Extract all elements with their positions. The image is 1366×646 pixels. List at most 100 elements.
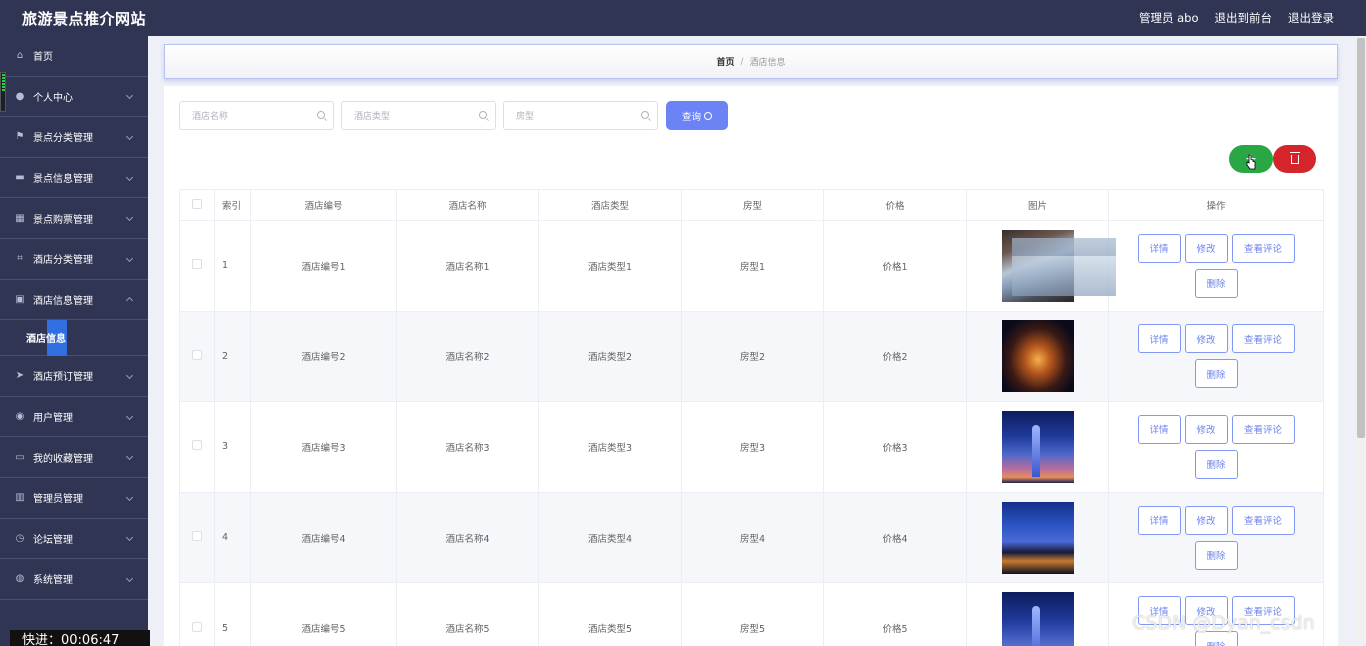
- delete-button[interactable]: 删除: [1194, 449, 1238, 479]
- cell-name: 酒店名称2: [396, 310, 539, 403]
- table-row: 1 酒店编号1 酒店名称1 酒店类型1 房型1 价格1 详情 修改 查看评论 删…: [179, 220, 1324, 312]
- select-all-checkbox[interactable]: [192, 198, 202, 209]
- hotel-thumbnail[interactable]: [1001, 592, 1074, 646]
- exit-to-front-link[interactable]: 退出到前台: [1215, 10, 1273, 26]
- sidebar-item-label: 酒店分类管理: [33, 255, 93, 267]
- sidebar-item-label: 景点购票管理: [33, 214, 93, 226]
- detail-button[interactable]: 详情: [1137, 324, 1181, 354]
- cell-room: 房型5: [681, 582, 824, 646]
- home-icon: ⌂: [16, 50, 24, 62]
- trash-icon: [1289, 151, 1300, 164]
- detail-button[interactable]: 详情: [1137, 233, 1181, 263]
- hotel-thumbnail[interactable]: [1001, 229, 1116, 302]
- edit-button[interactable]: 修改: [1184, 414, 1228, 444]
- send-icon: ➤: [15, 370, 25, 382]
- sidebar-item-label: 系统管理: [33, 575, 73, 587]
- sidebar-item-profile[interactable]: ● 个人中心: [0, 77, 148, 118]
- row-checkbox[interactable]: [192, 531, 202, 542]
- cell-price: 价格4: [823, 491, 967, 584]
- breadcrumb-separator: /: [740, 56, 744, 67]
- hotel-thumbnail[interactable]: [1001, 410, 1074, 483]
- scrollbar-thumb[interactable]: [1357, 38, 1365, 438]
- location-icon: ◉: [15, 411, 25, 423]
- edit-button[interactable]: 修改: [1184, 324, 1228, 354]
- search-icon: [317, 111, 325, 119]
- view-reviews-button[interactable]: 查看评论: [1231, 324, 1295, 354]
- view-reviews-button[interactable]: 查看评论: [1231, 233, 1295, 263]
- page-scrollbar[interactable]: [1356, 36, 1366, 646]
- cell-price: 价格5: [823, 582, 967, 646]
- admin-user-label: 管理员 abo: [1138, 11, 1199, 25]
- hotel-name-input[interactable]: 酒店名称: [179, 101, 334, 130]
- playback-timer: 快进：00:06:47: [10, 630, 150, 646]
- hotel-table: 索引 酒店编号 酒店名称 酒店类型 房型 价格 图片 操作 1 酒店编号1 酒店…: [179, 189, 1324, 646]
- sidebar-item-system[interactable]: ◍ 系统管理: [0, 559, 148, 600]
- sidebar-item-forum[interactable]: ◷ 论坛管理: [0, 519, 148, 560]
- cell-code: 酒店编号5: [250, 582, 397, 646]
- chevron-down-icon: [125, 493, 134, 501]
- sidebar-item-scenic-category[interactable]: ⚑ 景点分类管理: [0, 117, 148, 158]
- view-reviews-button[interactable]: 查看评论: [1231, 505, 1295, 535]
- hotel-thumbnail[interactable]: [1001, 320, 1074, 393]
- row-checkbox[interactable]: [192, 440, 202, 451]
- chat-icon: ▭: [15, 451, 25, 463]
- sidebar-subitem-hotel-info[interactable]: 酒店信息: [0, 320, 148, 357]
- content-panel: 酒店名称 酒店类型 房型 查询 +: [164, 86, 1338, 646]
- hotel-type-input[interactable]: 酒店类型: [341, 101, 496, 130]
- col-header-actions: 操作: [1108, 189, 1324, 221]
- table-row: 2 酒店编号2 酒店名称2 酒店类型2 房型2 价格2 详情 修改 查看评论 删…: [179, 310, 1324, 403]
- col-header-room: 房型: [681, 189, 824, 221]
- cell-name: 酒店名称5: [396, 582, 539, 646]
- cell-room: 房型3: [681, 401, 824, 493]
- sidebar-item-label: 酒店预订管理: [33, 372, 93, 384]
- hotel-type-placeholder: 酒店类型: [354, 112, 391, 122]
- sidebar-item-home[interactable]: ⌂ 首页: [0, 36, 148, 77]
- edit-button[interactable]: 修改: [1184, 233, 1228, 263]
- chart-icon: ▥: [15, 492, 25, 504]
- row-checkbox[interactable]: [192, 621, 202, 632]
- sidebar-item-hotel-booking[interactable]: ➤ 酒店预订管理: [0, 356, 148, 397]
- col-header-index: 索引: [214, 189, 251, 221]
- batch-delete-button[interactable]: [1273, 145, 1316, 173]
- top-bar: 旅游景点推介网站 管理员 abo 退出到前台 退出登录: [0, 0, 1366, 36]
- delete-button[interactable]: 删除: [1194, 540, 1238, 570]
- crop-icon: ⌗: [17, 253, 23, 265]
- sidebar-item-hotel-info[interactable]: ▣ 酒店信息管理: [0, 280, 148, 321]
- delete-button[interactable]: 删除: [1194, 359, 1238, 389]
- row-checkbox[interactable]: [192, 259, 202, 270]
- sidebar-item-tickets[interactable]: ▦ 景点购票管理: [0, 198, 148, 239]
- cell-code: 酒店编号3: [250, 401, 397, 493]
- sidebar-item-scenic-info[interactable]: ▬ 景点信息管理: [0, 158, 148, 199]
- query-button[interactable]: 查询: [666, 101, 728, 130]
- cell-index: 5: [214, 582, 251, 646]
- cell-code: 酒店编号2: [250, 310, 397, 403]
- detail-button[interactable]: 详情: [1137, 414, 1181, 444]
- sidebar-item-label: 我的收藏管理: [33, 453, 93, 465]
- sidebar-item-admins[interactable]: ▥ 管理员管理: [0, 478, 148, 519]
- flag-icon: ⚑: [15, 131, 25, 143]
- row-actions: 详情 修改 查看评论 删除: [1128, 505, 1304, 570]
- delete-button[interactable]: 删除: [1194, 268, 1238, 298]
- edit-button[interactable]: 修改: [1184, 505, 1228, 535]
- sidebar-item-label: 用户管理: [33, 413, 73, 425]
- logout-link[interactable]: 退出登录: [1288, 10, 1334, 26]
- cell-price: 价格3: [823, 401, 967, 493]
- chevron-down-icon: [125, 214, 134, 222]
- sidebar-item-hotel-category[interactable]: ⌗ 酒店分类管理: [0, 239, 148, 280]
- detail-button[interactable]: 详情: [1137, 505, 1181, 535]
- room-type-placeholder: 房型: [516, 112, 535, 122]
- search-icon: [479, 111, 487, 119]
- table-row: 4 酒店编号4 酒店名称4 酒店类型4 房型4 价格4 详情 修改 查看评论 删…: [179, 491, 1324, 584]
- cell-code: 酒店编号4: [250, 491, 397, 584]
- breadcrumb-home[interactable]: 首页: [716, 55, 734, 68]
- sidebar-item-users[interactable]: ◉ 用户管理: [0, 397, 148, 438]
- table-row: 3 酒店编号3 酒店名称3 酒店类型3 房型3 价格3 详情 修改 查看评论 删…: [179, 401, 1324, 493]
- room-type-input[interactable]: 房型: [503, 101, 658, 130]
- breadcrumb: 首页 / 酒店信息: [164, 44, 1338, 79]
- cell-type: 酒店类型4: [538, 491, 682, 584]
- row-checkbox[interactable]: [192, 349, 202, 360]
- sidebar-item-favorites[interactable]: ▭ 我的收藏管理: [0, 437, 148, 478]
- hotel-thumbnail[interactable]: [1001, 501, 1074, 574]
- select-all-checkbox-cell[interactable]: [179, 189, 215, 221]
- view-reviews-button[interactable]: 查看评论: [1231, 414, 1295, 444]
